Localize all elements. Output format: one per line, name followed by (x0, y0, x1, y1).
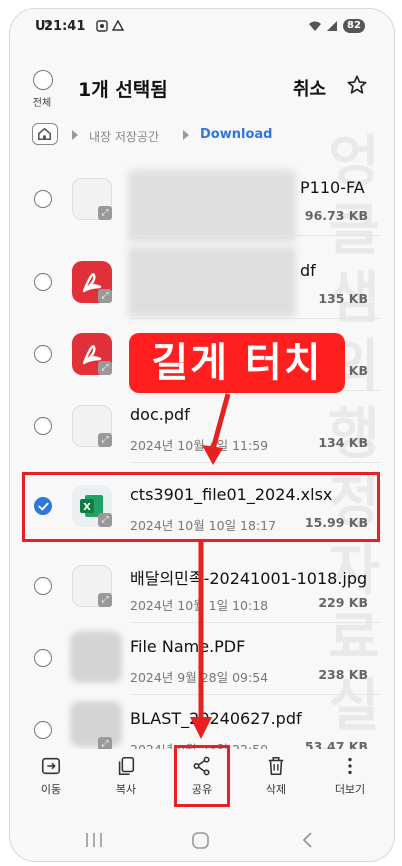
copy-label: 복사 (115, 783, 137, 796)
delete-button[interactable]: 삭제 (246, 755, 306, 797)
annotation-arrows (190, 393, 231, 739)
move-button[interactable]: 이동 (21, 755, 81, 797)
recent-apps-icon[interactable] (86, 833, 102, 847)
home-nav-icon[interactable] (192, 832, 209, 849)
highlight-share-button (174, 745, 230, 807)
long-press-callout: 길게 터치 (129, 333, 345, 393)
move-icon (41, 757, 61, 775)
system-nav-bar (86, 832, 312, 849)
delete-label: 삭제 (265, 783, 287, 796)
back-nav-icon[interactable] (302, 832, 312, 848)
more-label: 더보기 (334, 783, 366, 796)
move-label: 이동 (40, 783, 62, 796)
more-button[interactable]: 더보기 (320, 755, 380, 797)
trash-icon (268, 756, 284, 776)
copy-icon (118, 756, 135, 776)
phone-screen: U⁺ 21:41 82 전체 1개 선택됨 취소 내장 저장공간 Downloa… (9, 8, 395, 862)
copy-button[interactable]: 복사 (96, 755, 156, 797)
more-icon (348, 757, 352, 775)
